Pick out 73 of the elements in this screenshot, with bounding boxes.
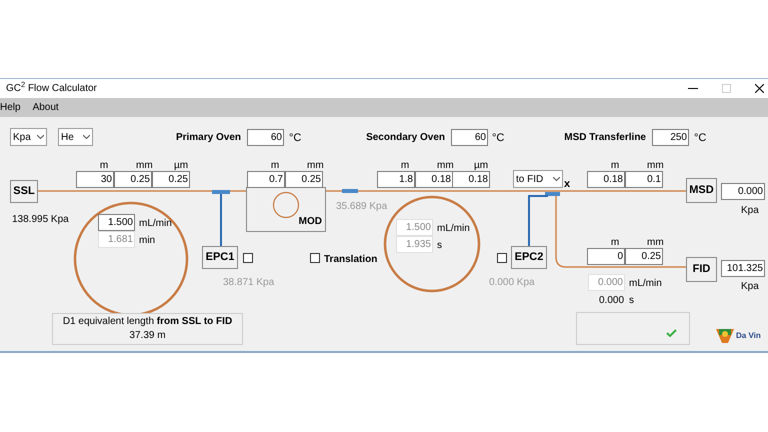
tee-connector bbox=[212, 190, 230, 246]
checkbox[interactable] bbox=[243, 253, 253, 263]
input-field[interactable]: 0.25 bbox=[114, 171, 152, 188]
input-field[interactable]: 0 bbox=[587, 248, 625, 265]
checkbox[interactable] bbox=[310, 253, 320, 263]
dropdown[interactable]: He bbox=[58, 128, 93, 146]
unit-label: Kpa bbox=[741, 280, 759, 294]
logo-text: Da Vin bbox=[736, 330, 761, 342]
pressure-reading: 0.000 Kpa bbox=[489, 276, 535, 290]
summary-value: 37.39 m bbox=[129, 329, 166, 343]
menu-item[interactable]: Help bbox=[0, 100, 21, 115]
tee-connector bbox=[528, 192, 560, 246]
time-reading: 0.000 bbox=[599, 294, 624, 308]
column-header: µm bbox=[174, 159, 186, 173]
pressure-reading: 138.995 Kpa bbox=[12, 213, 69, 227]
input-field[interactable]: 0.25 bbox=[625, 248, 663, 265]
input-field[interactable]: 0.18 bbox=[452, 171, 490, 188]
oven-label: Primary Oven bbox=[176, 131, 241, 145]
temperature-field[interactable]: 60 bbox=[247, 129, 284, 146]
column-header: m bbox=[270, 159, 280, 173]
logo-icon bbox=[716, 328, 734, 344]
oven-label: Secondary Oven bbox=[366, 131, 445, 145]
pressure-field[interactable]: 101.325 bbox=[721, 260, 765, 277]
junction-mark: x bbox=[564, 179, 570, 189]
column-header: m bbox=[610, 159, 620, 173]
input-field[interactable]: 0.7 bbox=[247, 171, 285, 188]
modulator-label: MOD bbox=[298, 215, 322, 229]
close-icon[interactable] bbox=[755, 84, 764, 93]
input-field[interactable]: 30 bbox=[76, 171, 114, 188]
pressure-field[interactable]: 0.000 bbox=[721, 183, 765, 200]
unit-label: °C bbox=[289, 131, 302, 146]
unit-label: mL/min bbox=[629, 277, 662, 291]
readout-field[interactable]: 1.500 bbox=[98, 214, 135, 231]
unit-label: Kpa bbox=[741, 204, 759, 218]
chevron-icon bbox=[83, 135, 90, 139]
pressure-reading: 35.689 Kpa bbox=[336, 200, 388, 214]
detector-button[interactable]: MSD bbox=[686, 178, 717, 203]
temperature-field[interactable]: 60 bbox=[451, 129, 488, 146]
unit-label: mL/min bbox=[139, 217, 172, 231]
menu-item[interactable]: About bbox=[32, 100, 59, 115]
input-field[interactable]: 0.25 bbox=[152, 171, 190, 188]
detector-button[interactable]: FID bbox=[686, 257, 717, 282]
checkbox-label: Translation bbox=[324, 253, 378, 267]
oven-label: MSD Transferline bbox=[564, 131, 646, 145]
input-field[interactable]: 1.8 bbox=[377, 171, 415, 188]
temperature-field[interactable]: 250 bbox=[652, 129, 689, 146]
unit-label: s bbox=[437, 239, 442, 253]
pressure-reading: 38.871 Kpa bbox=[223, 276, 274, 290]
input-field[interactable]: 0.18 bbox=[415, 171, 453, 188]
column-header: µm bbox=[474, 159, 486, 173]
detector-button[interactable]: SSL bbox=[10, 180, 38, 203]
dropdown[interactable]: Kpa bbox=[10, 128, 47, 146]
dropdown[interactable]: to FID bbox=[513, 170, 563, 188]
input-field[interactable]: 0.1 bbox=[625, 171, 663, 188]
chevron-icon bbox=[553, 177, 560, 181]
chevron-icon bbox=[37, 135, 44, 139]
modulator-loop bbox=[272, 191, 300, 219]
unit-label: °C bbox=[694, 131, 706, 146]
epc-button[interactable]: EPC1 bbox=[202, 246, 238, 269]
unit-label: °C bbox=[492, 131, 504, 146]
epc-button[interactable]: EPC2 bbox=[511, 246, 547, 269]
unit-label: mL/min bbox=[437, 222, 470, 236]
connector bbox=[342, 189, 358, 193]
window-title: GC$^{2}$ Flow Calculator bbox=[6, 81, 97, 96]
unit-label: s bbox=[629, 294, 634, 308]
column-header: m bbox=[610, 236, 620, 250]
input-field[interactable]: 0.25 bbox=[285, 171, 323, 188]
column-header: m bbox=[98, 159, 110, 173]
column-header: m bbox=[400, 159, 410, 173]
checkbox[interactable] bbox=[497, 253, 507, 263]
input-field[interactable]: 0.18 bbox=[587, 171, 625, 188]
unit-label: min bbox=[139, 234, 156, 248]
summary-text: D1 equivalent length from SSL to FID bbox=[62, 315, 232, 329]
